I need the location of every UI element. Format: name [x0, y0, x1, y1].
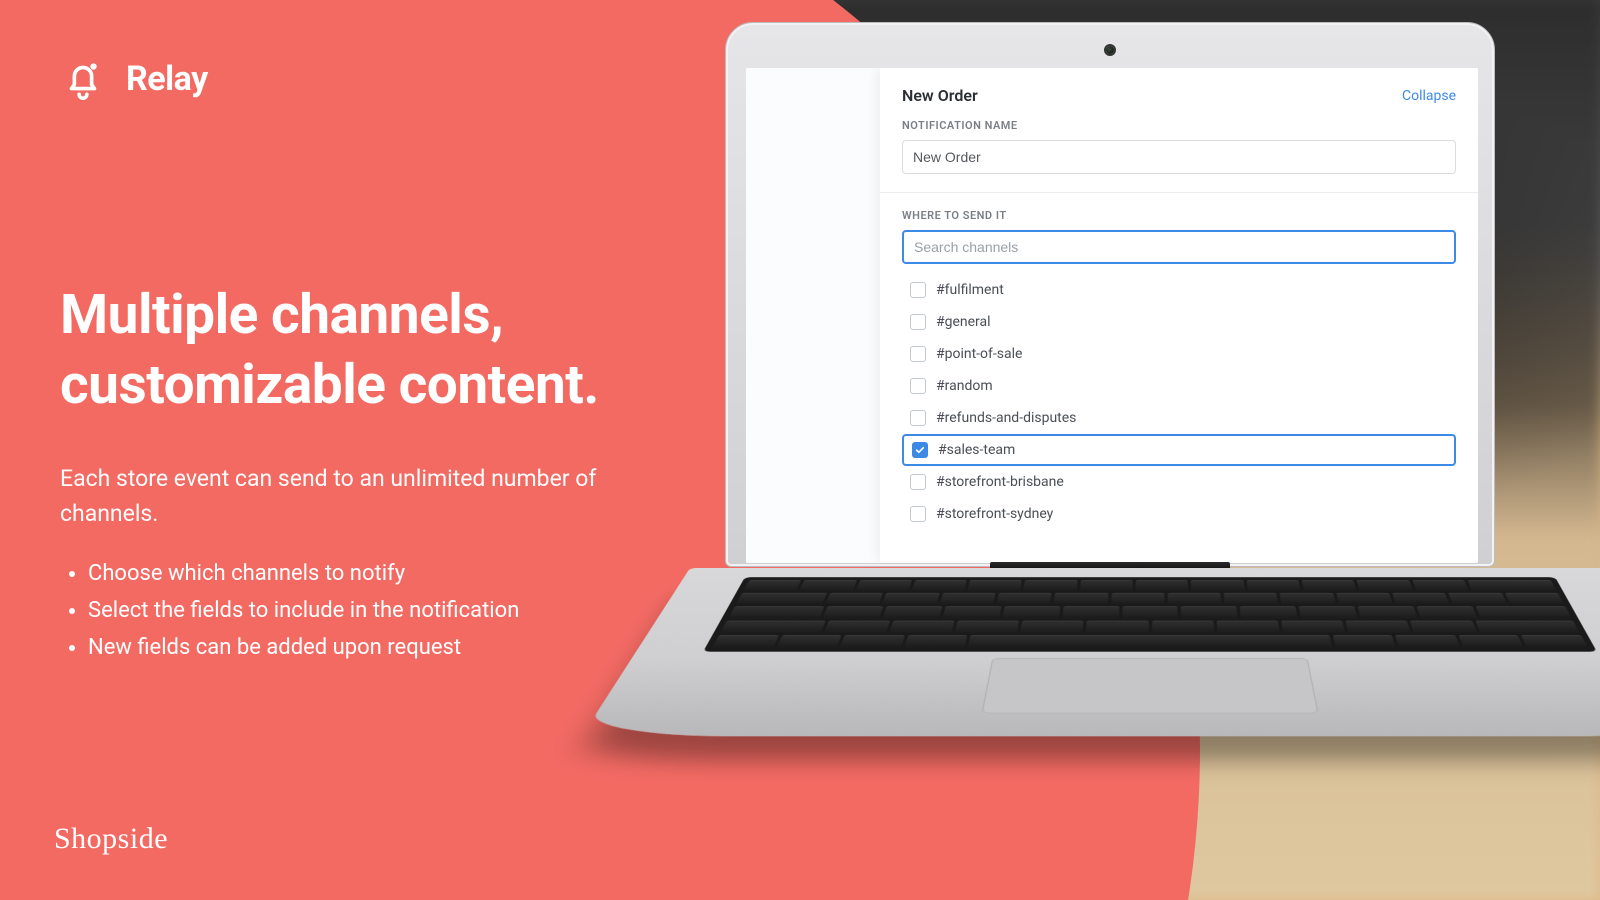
channel-label: #random	[936, 378, 993, 394]
hero-headline: Multiple channels, customizable content.	[60, 280, 640, 421]
channel-label: #storefront-brisbane	[936, 474, 1064, 490]
channel-item[interactable]: #storefront-sydney	[902, 498, 1456, 530]
channel-label: #fulfilment	[936, 282, 1004, 298]
product-name: Relay	[126, 59, 208, 99]
laptop-base	[581, 568, 1600, 736]
laptop-camera	[1106, 46, 1114, 54]
channel-item[interactable]: #general	[902, 306, 1456, 338]
channel-item[interactable]: #fulfilment	[902, 274, 1456, 306]
laptop-screen: New Order Collapse NOTIFICATION NAME WHE…	[746, 68, 1478, 563]
checkbox[interactable]	[910, 506, 926, 522]
hero-bullet: New fields can be added upon request	[88, 630, 640, 665]
checkbox[interactable]	[910, 314, 926, 330]
notification-panel: New Order Collapse NOTIFICATION NAME WHE…	[880, 68, 1478, 563]
channel-label: #sales-team	[938, 442, 1015, 458]
where-to-send-label: WHERE TO SEND IT	[902, 209, 1456, 222]
laptop-mock: New Order Collapse NOTIFICATION NAME WHE…	[690, 22, 1600, 882]
headline-line-1: Multiple channels,	[60, 283, 503, 347]
channel-label: #general	[936, 314, 991, 330]
hero-bullet-list: Choose which channels to notify Select t…	[60, 556, 640, 666]
hero-subtext: Each store event can send to an unlimite…	[60, 461, 640, 532]
channel-item[interactable]: #sales-team	[902, 434, 1456, 466]
notification-name-input[interactable]	[902, 140, 1456, 174]
hero-bullet: Select the fields to include in the noti…	[88, 593, 640, 628]
channel-label: #refunds-and-disputes	[936, 410, 1076, 426]
app-sidebar-partial	[746, 68, 880, 563]
checkbox[interactable]	[910, 410, 926, 426]
laptop-keyboard	[703, 577, 1597, 652]
channel-item[interactable]: #refunds-and-disputes	[902, 402, 1456, 434]
checkbox[interactable]	[910, 282, 926, 298]
channel-item[interactable]: #storefront-brisbane	[902, 466, 1456, 498]
channel-label: #point-of-sale	[936, 346, 1022, 362]
channel-search-input[interactable]	[902, 230, 1456, 264]
channel-list: #fulfilment #general #point-of-sale #random…	[902, 274, 1456, 530]
channel-label: #storefront-sydney	[936, 506, 1053, 522]
channel-item[interactable]: #random	[902, 370, 1456, 402]
notification-name-label: NOTIFICATION NAME	[902, 119, 1456, 132]
checkbox[interactable]	[912, 442, 928, 458]
laptop-trackpad	[981, 658, 1318, 713]
hero-bullet: Choose which channels to notify	[88, 556, 640, 591]
section-divider	[880, 192, 1478, 193]
collapse-button[interactable]: Collapse	[1402, 88, 1456, 104]
panel-title: New Order	[902, 86, 978, 105]
channel-item[interactable]: #point-of-sale	[902, 338, 1456, 370]
hero-region: Relay Multiple channels, customizable co…	[0, 0, 700, 900]
bell-icon	[60, 56, 106, 102]
checkbox[interactable]	[910, 474, 926, 490]
headline-line-2: customizable content.	[60, 353, 599, 417]
checkbox[interactable]	[910, 378, 926, 394]
company-wordmark: Shopside	[54, 822, 168, 856]
logo-row: Relay	[60, 56, 640, 102]
checkbox[interactable]	[910, 346, 926, 362]
